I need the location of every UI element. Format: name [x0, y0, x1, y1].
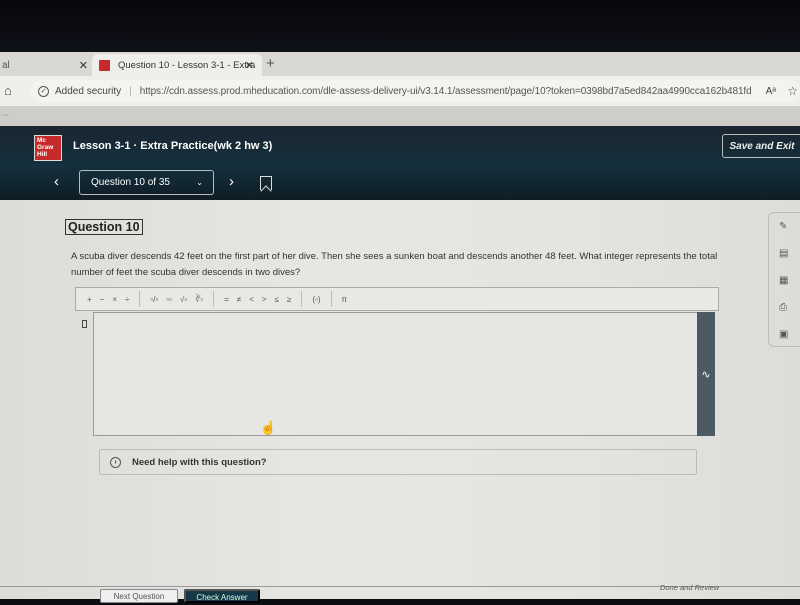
- pencil-icon[interactable]: ✎: [779, 221, 791, 233]
- parentheses-button[interactable]: (▫): [312, 295, 320, 304]
- browser-tab-active[interactable]: Question 10 - Lesson 3-1 - Extra ✕: [92, 54, 262, 76]
- nth-root-button[interactable]: ∛▫: [195, 295, 203, 304]
- divider: |: [129, 85, 132, 97]
- chevron-circle-icon: ›: [110, 456, 121, 468]
- math-toolbar: + − × ÷ ▫/▫ ▫▫ √▫ ∛▫ = ≠ < > ≤ ≥ (▫) π: [75, 287, 719, 311]
- lesson-title: Lesson 3-1 · Extra Practice(wk 2 hw 3): [73, 140, 273, 152]
- less-than-button[interactable]: <: [249, 295, 254, 304]
- next-question-icon[interactable]: ›: [229, 173, 234, 190]
- divide-button[interactable]: ÷: [125, 295, 129, 304]
- toolbar-divider: [213, 291, 215, 307]
- home-icon[interactable]: ⌂: [4, 83, 18, 98]
- reference-icon[interactable]: ▣: [779, 329, 791, 341]
- handwriting-icon: ∿: [701, 368, 711, 381]
- exponent-button[interactable]: ▫▫: [166, 295, 172, 304]
- mcgraw-hill-logo: Mc Graw Hill: [34, 135, 62, 161]
- answer-input[interactable]: ∿: [82, 312, 715, 436]
- pi-button[interactable]: π: [342, 295, 348, 304]
- help-section[interactable]: › Need help with this question?: [99, 449, 697, 475]
- browser-favorites-strip: ···: [0, 106, 800, 126]
- logo-line: Mc: [37, 137, 47, 144]
- close-tab-icon[interactable]: ✕: [245, 59, 254, 72]
- bookmark-icon[interactable]: [260, 176, 272, 190]
- input-placeholder-box: [82, 320, 87, 328]
- close-tab-icon[interactable]: ✕: [79, 59, 88, 72]
- plus-button[interactable]: +: [87, 295, 92, 304]
- check-answer-button[interactable]: Check Answer: [184, 589, 260, 603]
- more-icon[interactable]: ···: [2, 112, 9, 119]
- tab-title: al: [2, 59, 10, 71]
- hand-cursor-icon: ☝: [260, 420, 277, 435]
- question-content: Question 10 A scuba diver descends 42 fe…: [0, 200, 800, 603]
- greater-than-button[interactable]: >: [262, 295, 267, 304]
- mcgraw-hill-favicon-icon: [99, 59, 110, 71]
- equals-button[interactable]: =: [224, 295, 229, 304]
- question-text: A scuba diver descends 42 feet on the fi…: [71, 251, 718, 278]
- security-label[interactable]: Added security: [55, 86, 121, 97]
- favorites-icon[interactable]: ☆: [787, 84, 798, 98]
- done-and-review-link[interactable]: Done and Review: [660, 583, 719, 592]
- question-selector[interactable]: Question 10 of 35 ⌄: [79, 170, 214, 195]
- url-field[interactable]: ✓ Added security | https://cdn.assess.pr…: [30, 80, 800, 102]
- minus-button[interactable]: −: [100, 295, 105, 304]
- logo-line: Graw: [37, 144, 54, 151]
- calculator-icon[interactable]: ▦: [779, 275, 791, 287]
- square-root-button[interactable]: √▫: [180, 295, 187, 304]
- browser-tab-bar: al ✕ Question 10 - Lesson 3-1 - Extra ✕ …: [0, 52, 800, 76]
- fraction-button[interactable]: ▫/▫: [150, 295, 158, 304]
- toolbar-divider: [330, 291, 332, 307]
- greater-equal-button[interactable]: ≥: [287, 295, 291, 304]
- screen-bezel: [0, 0, 800, 52]
- print-icon[interactable]: ⎙: [779, 302, 791, 314]
- tab-title: Question 10 - Lesson 3-1 - Extra: [118, 59, 256, 71]
- previous-question-icon[interactable]: ‹: [54, 173, 59, 190]
- question-label: Question 10: [65, 219, 143, 235]
- assessment-header: Mc Graw Hill Lesson 3-1 · Extra Practice…: [0, 126, 800, 200]
- help-label: Need help with this question?: [132, 456, 267, 468]
- new-tab-icon[interactable]: +: [266, 55, 275, 72]
- next-question-button[interactable]: Next Question: [100, 589, 178, 603]
- less-equal-button[interactable]: ≤: [275, 295, 279, 304]
- toolbar-divider: [301, 291, 303, 307]
- toolbar-divider: [139, 291, 141, 307]
- save-and-exit-button[interactable]: Save and Exit: [722, 134, 800, 158]
- url-text[interactable]: https://cdn.assess.prod.mheducation.com/…: [140, 86, 752, 97]
- browser-tab-previous[interactable]: al ✕: [0, 54, 92, 76]
- browser-address-bar: ⌂ ✓ Added security | https://cdn.assess.…: [0, 76, 800, 106]
- keyboard-toggle-handle[interactable]: ∿: [697, 312, 715, 436]
- chevron-down-icon: ⌄: [196, 178, 203, 187]
- side-tools-panel: ✎ ▤ ▦ ⎙ ▣: [768, 212, 800, 347]
- not-equal-button[interactable]: ≠: [237, 295, 241, 304]
- read-aloud-icon[interactable]: Aᵃ: [766, 86, 776, 97]
- question-selector-label: Question 10 of 35: [91, 177, 170, 188]
- logo-line: Hill: [37, 151, 48, 158]
- notepad-icon[interactable]: ▤: [779, 248, 791, 260]
- shield-check-icon[interactable]: ✓: [38, 85, 49, 97]
- times-button[interactable]: ×: [112, 295, 117, 304]
